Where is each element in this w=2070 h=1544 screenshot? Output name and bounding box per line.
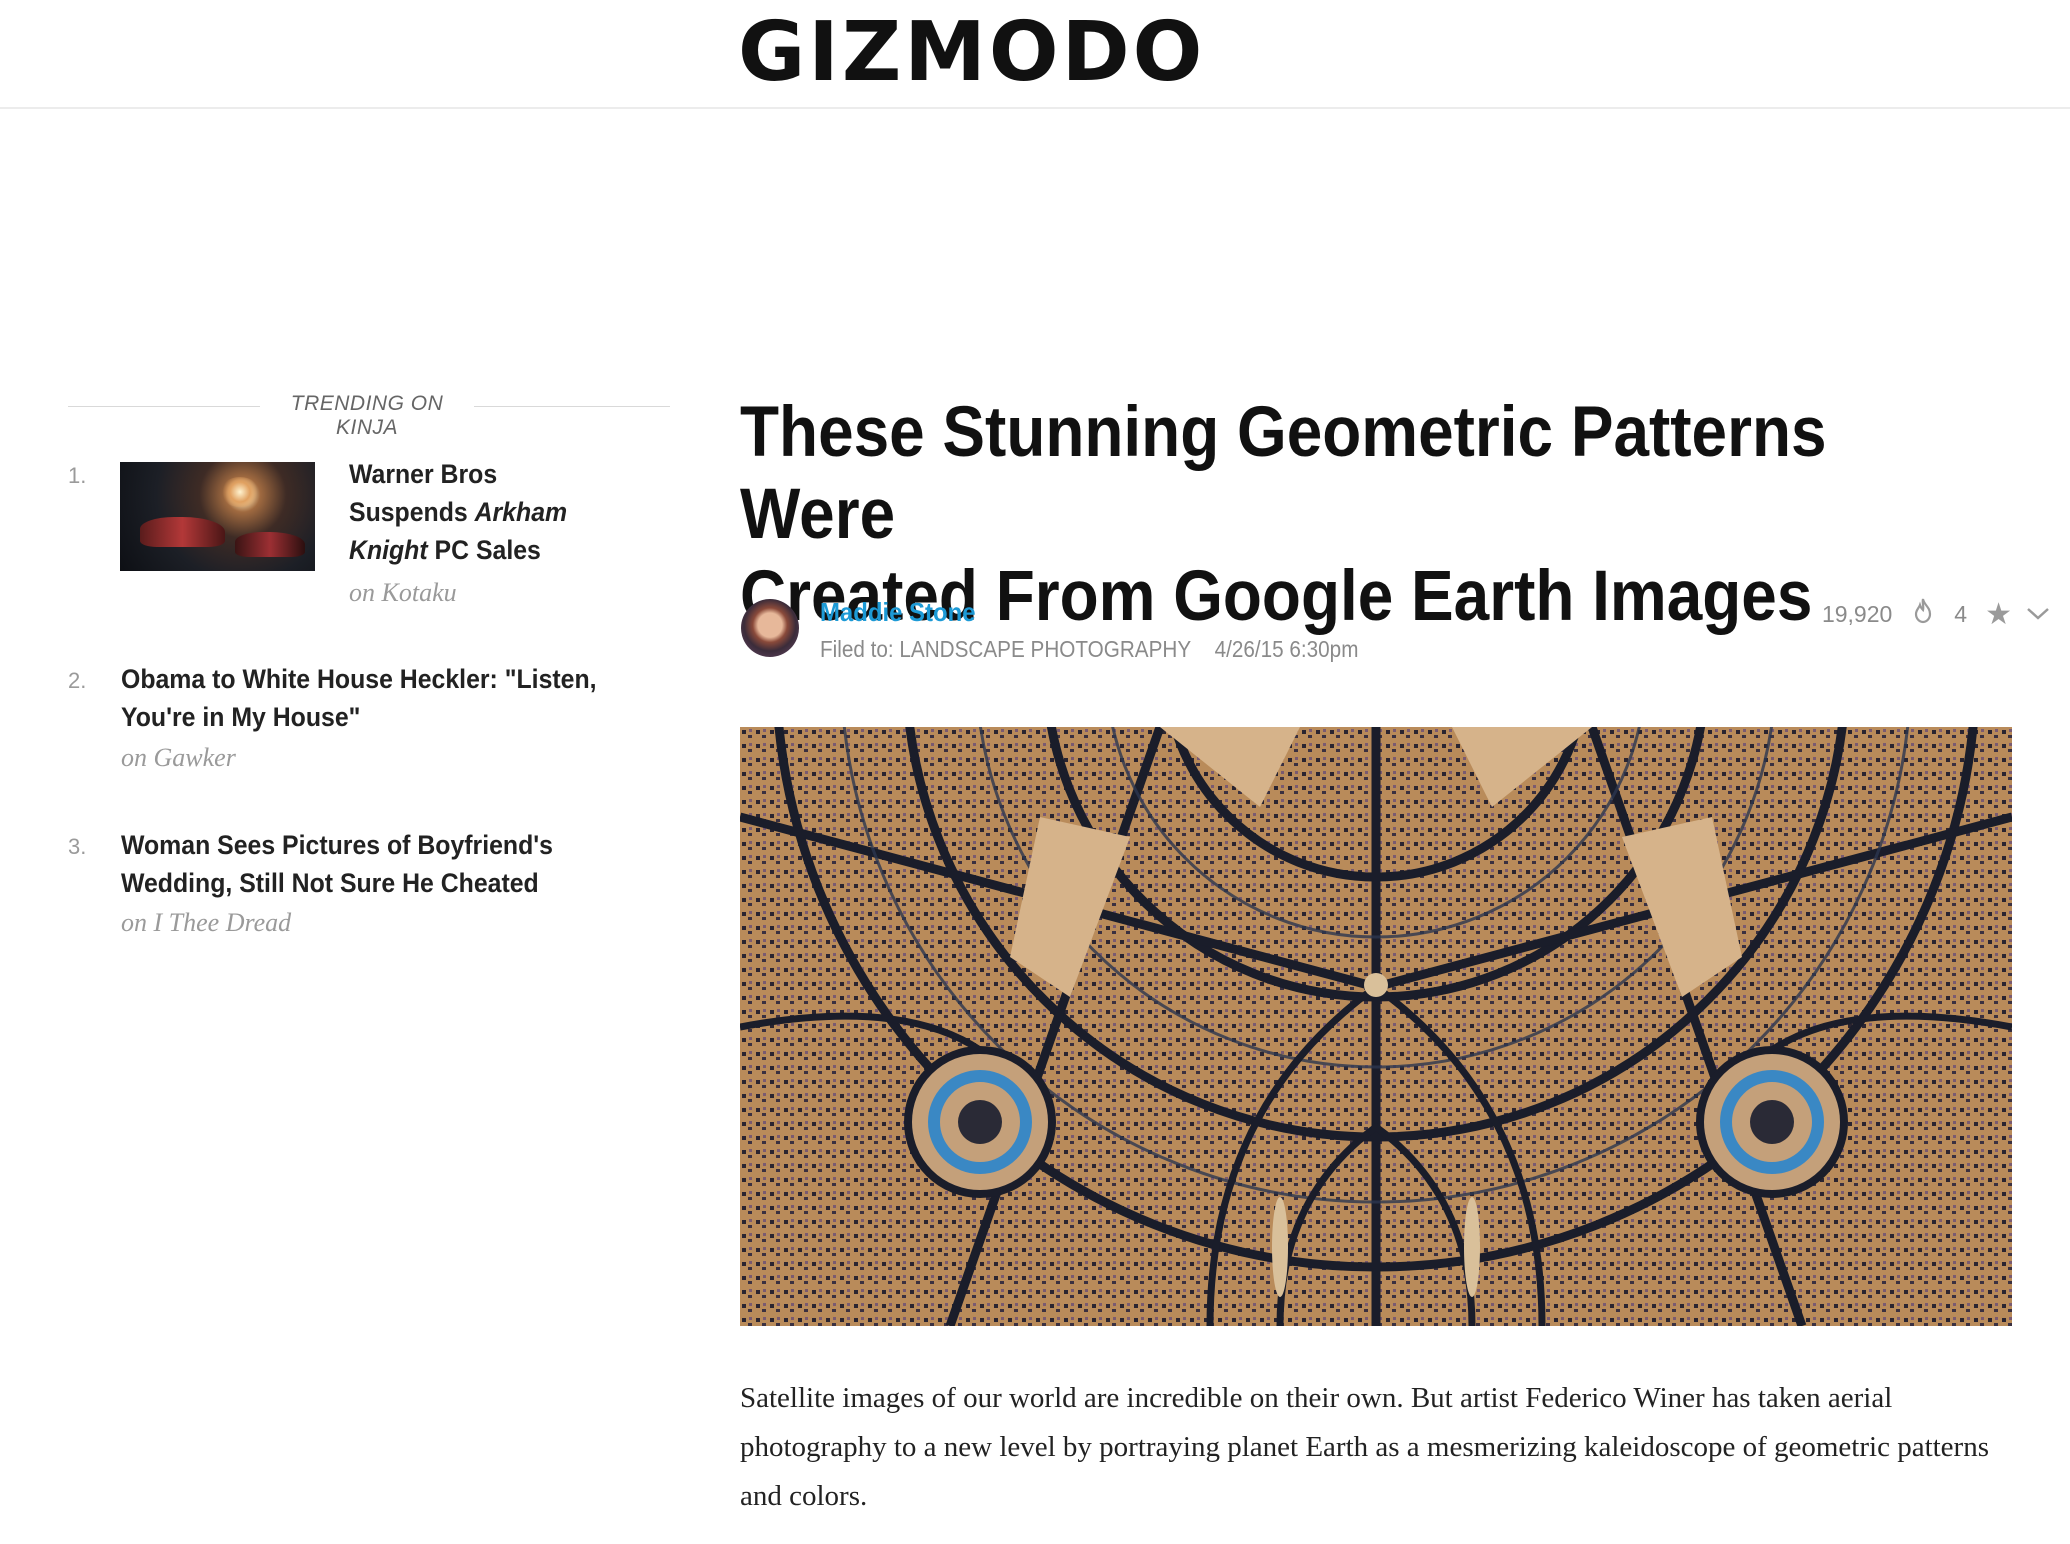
star-icon[interactable]: ★ <box>1985 597 2012 632</box>
trending-source[interactable]: on I Thee Dread <box>121 908 291 938</box>
flame-icon <box>1914 598 1932 630</box>
trending-item-title[interactable]: Obama to White House Heckler: "Listen, Y… <box>121 660 636 736</box>
article-stats: 19,920 4 ★ <box>1821 597 2050 632</box>
site-header: GIZMODO <box>0 0 2070 109</box>
author-link[interactable]: Maddie Stone <box>820 597 975 628</box>
trending-item-title[interactable]: Warner Bros Suspends Arkham Knight PC Sa… <box>349 455 588 569</box>
trending-item-title[interactable]: Woman Sees Pictures of Boyfriend's Weddi… <box>121 826 636 902</box>
chevron-down-icon[interactable] <box>2026 601 2050 627</box>
divider-right <box>474 406 670 407</box>
filed-to-tag[interactable]: Filed to: LANDSCAPE PHOTOGRAPHY <box>820 636 1191 662</box>
author-avatar[interactable] <box>741 599 799 657</box>
gizmodo-logo[interactable]: GIZMODO <box>738 6 1205 100</box>
divider-left <box>68 406 260 407</box>
trending-source[interactable]: on Gawker <box>121 743 236 773</box>
trending-thumbnail[interactable] <box>120 462 315 571</box>
publish-date[interactable]: 4/26/15 6:30pm <box>1215 636 1359 662</box>
article-meta: Filed to: LANDSCAPE PHOTOGRAPHY 4/26/15 6… <box>820 636 1358 663</box>
comment-count[interactable]: 4 <box>1954 601 1967 628</box>
trending-number: 3. <box>68 834 87 859</box>
view-count: 19,920 <box>1821 600 1893 627</box>
trending-number: 2. <box>68 668 87 693</box>
trending-label: TRENDING ON KINJA <box>290 392 444 439</box>
hero-image[interactable] <box>740 727 2012 1326</box>
trending-source[interactable]: on Kotaku <box>349 578 457 608</box>
trending-number: 1. <box>68 463 87 488</box>
article-body: Satellite images of our world are incred… <box>740 1382 1989 1512</box>
